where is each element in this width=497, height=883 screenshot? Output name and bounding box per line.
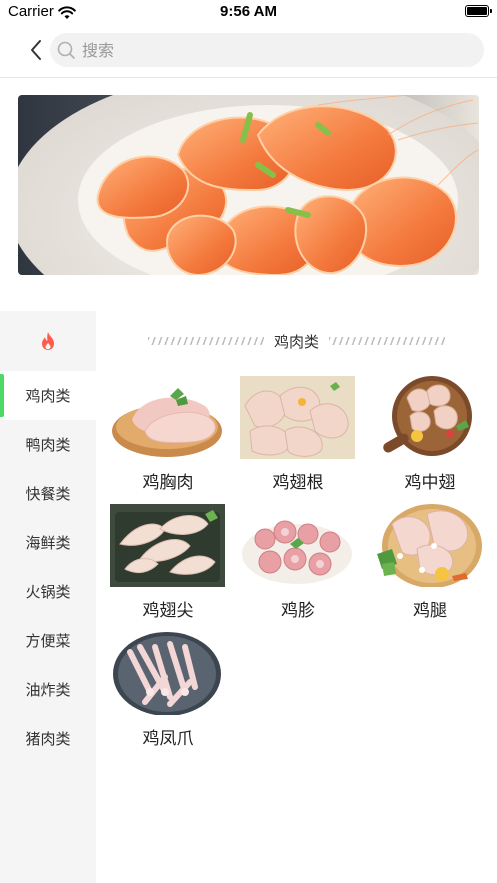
status-bar: Carrier 9:56 AM <box>0 0 497 26</box>
sidebar-item-pork[interactable]: 猪肉类 <box>0 714 96 763</box>
status-time: 9:56 AM <box>220 3 277 20</box>
sidebar-item-duck[interactable]: 鸭肉类 <box>0 420 96 469</box>
product-name: 鸡胸肉 <box>142 473 194 493</box>
sidebar-item-label: 油炸类 <box>25 681 71 699</box>
product-image <box>240 376 355 459</box>
product-name: 鸡翅根 <box>272 473 324 493</box>
product-card[interactable]: 鸡凤爪 <box>106 632 226 752</box>
divider <box>147 337 264 345</box>
sidebar-item-label: 鸭肉类 <box>25 436 71 454</box>
product-card[interactable]: 鸡胗 <box>236 504 356 624</box>
search-bar[interactable] <box>50 33 484 67</box>
product-card[interactable]: 鸡中翅 <box>368 376 488 496</box>
product-name: 鸡腿 <box>413 601 447 621</box>
divider <box>329 337 445 345</box>
banner-image[interactable] <box>18 95 479 275</box>
product-card[interactable]: 鸡翅根 <box>236 376 356 496</box>
sidebar-item-fried[interactable]: 油炸类 <box>0 665 96 714</box>
search-icon <box>57 41 75 59</box>
product-name: 鸡凤爪 <box>142 729 194 749</box>
sidebar-item-label: 快餐类 <box>25 485 71 503</box>
product-name: 鸡翅尖 <box>142 601 194 621</box>
section-title: 鸡肉类 <box>273 332 319 351</box>
nav-bar <box>0 26 497 78</box>
product-name: 鸡胗 <box>281 601 315 621</box>
product-image <box>372 376 487 459</box>
product-image <box>110 376 225 459</box>
product-image <box>372 504 487 587</box>
battery-icon <box>465 5 492 17</box>
sidebar-item-hotpot[interactable]: 火锅类 <box>0 567 96 616</box>
sidebar-item-fast-food[interactable]: 快餐类 <box>0 469 96 518</box>
sidebar-item-chicken[interactable]: 鸡肉类 <box>0 371 96 420</box>
product-image <box>110 504 225 587</box>
product-name: 鸡中翅 <box>404 473 456 493</box>
search-input[interactable] <box>82 33 462 67</box>
chevron-left-icon <box>31 40 41 60</box>
back-button[interactable] <box>22 36 50 64</box>
sidebar-item-label: 海鲜类 <box>25 534 71 552</box>
product-card[interactable]: 鸡翅尖 <box>106 504 226 624</box>
product-image <box>110 632 225 715</box>
section-header: 鸡肉类 <box>96 329 497 353</box>
product-card[interactable]: 鸡腿 <box>368 504 488 624</box>
sidebar-item-convenience[interactable]: 方便菜 <box>0 616 96 665</box>
product-card[interactable]: 鸡胸肉 <box>106 376 226 496</box>
category-sidebar: 鸡肉类 鸭肉类 快餐类 海鲜类 火锅类 方便菜 油炸类 猪肉类 <box>0 311 96 883</box>
sidebar-item-label: 火锅类 <box>25 583 71 601</box>
product-image <box>240 504 355 587</box>
sidebar-item-label: 鸡肉类 <box>25 387 71 405</box>
sidebar-item-label: 猪肉类 <box>25 730 71 748</box>
sidebar-hot-section[interactable] <box>0 311 96 371</box>
fire-icon <box>42 332 54 350</box>
sidebar-item-label: 方便菜 <box>25 632 71 650</box>
sidebar-item-seafood[interactable]: 海鲜类 <box>0 518 96 567</box>
